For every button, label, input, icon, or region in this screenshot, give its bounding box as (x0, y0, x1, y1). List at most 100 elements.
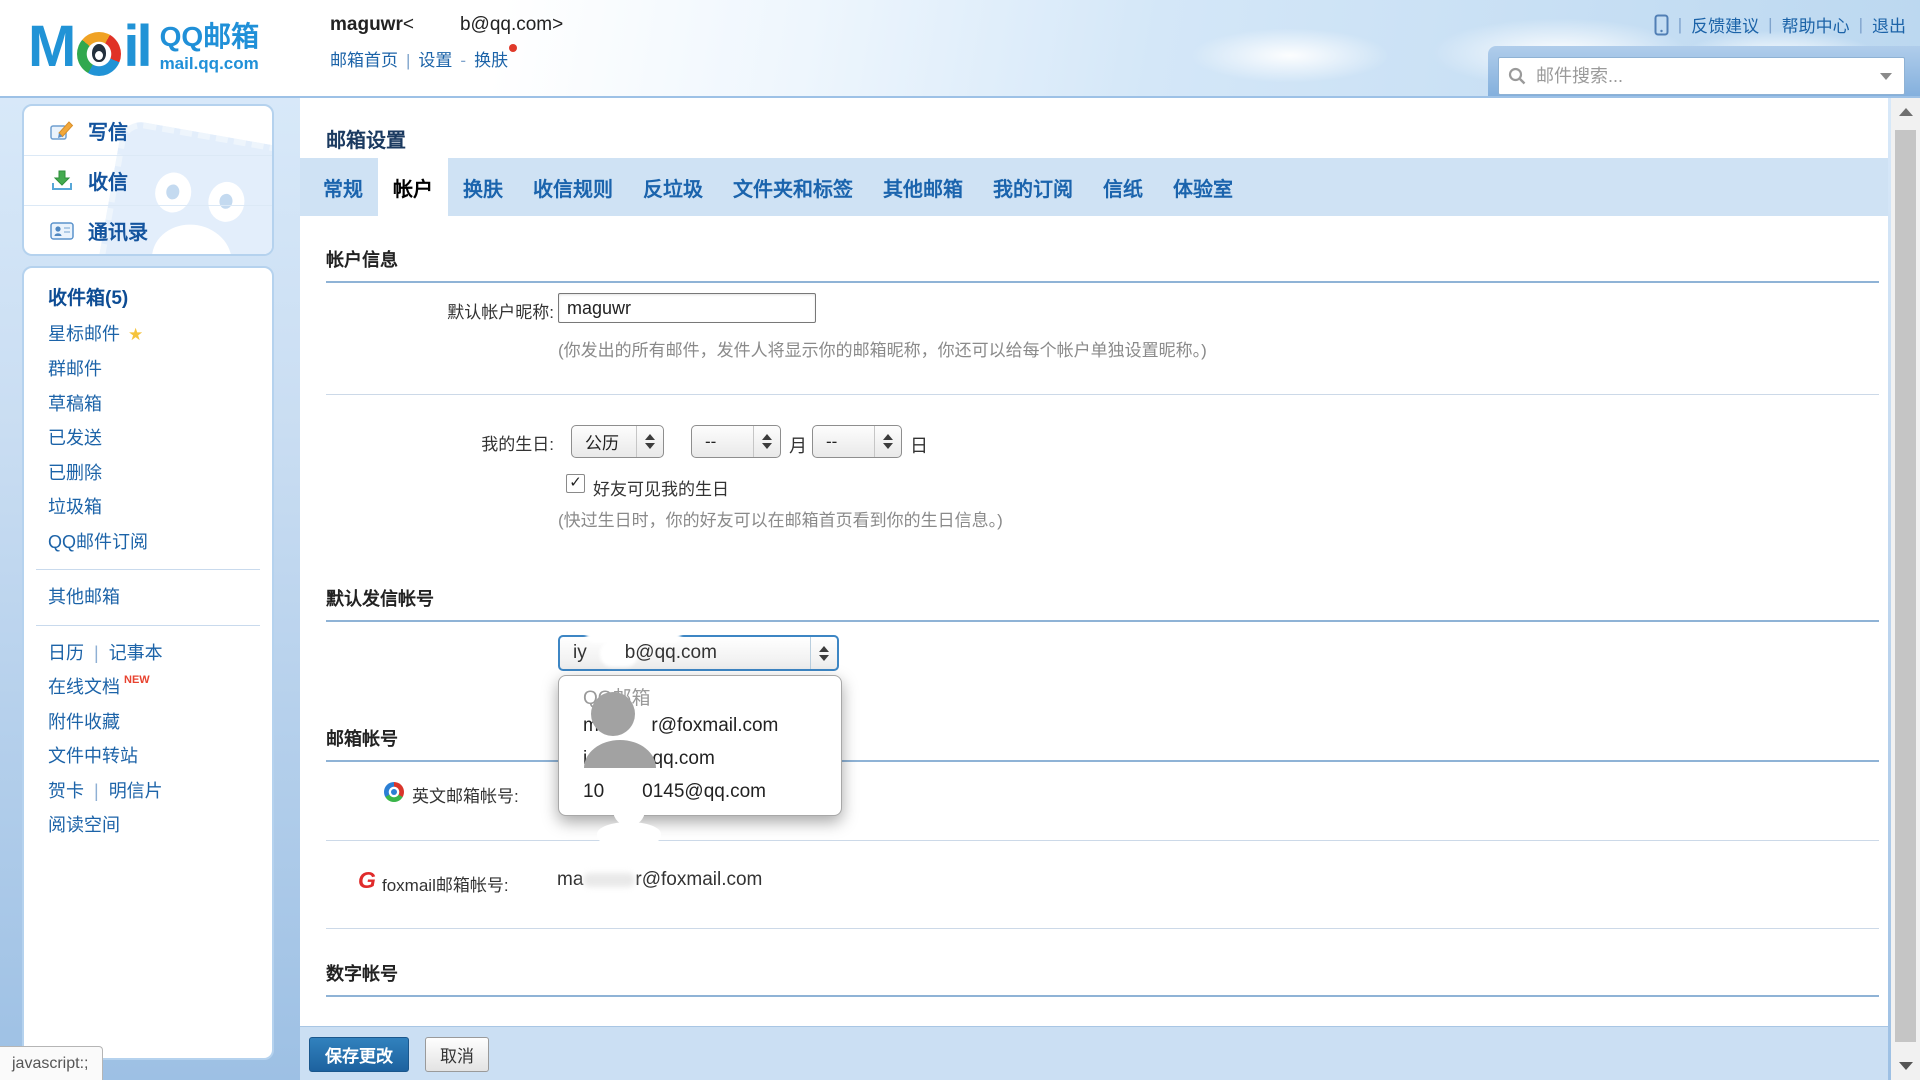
sidebar-divider (36, 625, 260, 626)
logout-link[interactable]: 退出 (1872, 12, 1906, 37)
mail-search-input[interactable] (1534, 65, 1880, 88)
select-spinner-icon (810, 637, 837, 669)
arrow-down-icon (1899, 1062, 1913, 1070)
folder-qq-subscription[interactable]: QQ邮件订阅 (24, 525, 272, 560)
folder-calendar-notebook: 日历 | 记事本 (24, 636, 272, 671)
sidebar-divider (36, 569, 260, 570)
pipe-separator: | (94, 643, 99, 663)
tab-account[interactable]: 帐户 (378, 158, 448, 216)
section-account-info-title: 帐户信息 (326, 246, 1879, 283)
sidebar-folders-panel: 收件箱(5) 星标邮件★ 群邮件 草稿箱 已发送 已删除 垃圾箱 QQ邮件订阅 … (22, 266, 274, 1060)
tab-other-mailboxes[interactable]: 其他邮箱 (868, 158, 978, 216)
greeting-card-link[interactable]: 贺卡 (48, 781, 84, 801)
scrollbar-thumb[interactable] (1895, 130, 1916, 1042)
folder-other-mailboxes[interactable]: 其他邮箱 (24, 580, 272, 615)
day-unit-label: 日 (910, 432, 928, 458)
page-title: 邮箱设置 (326, 124, 406, 153)
vertical-scrollbar[interactable] (1891, 98, 1920, 1080)
new-badge: NEW (124, 674, 150, 686)
compose-label: 写信 (88, 116, 128, 145)
scroll-up-button[interactable] (1891, 98, 1920, 126)
search-icon (1508, 67, 1526, 85)
user-name: maguwr (330, 14, 403, 35)
tab-stationery[interactable]: 信纸 (1088, 158, 1158, 216)
folder-cards: 贺卡|明信片 (24, 774, 272, 809)
logo-word-il: il (123, 12, 149, 82)
logo-word-m: M (28, 12, 73, 82)
star-icon: ★ (128, 325, 143, 344)
penguin-ring-icon (77, 32, 121, 76)
calendar-link[interactable]: 日历 (48, 643, 84, 663)
censor-blob (586, 625, 681, 643)
folder-group-mail[interactable]: 群邮件 (24, 352, 272, 387)
sidebar-item-compose[interactable]: 写信 (24, 106, 272, 155)
settings-tabs: 常规 帐户 换肤 收信规则 反垃圾 文件夹和标签 其他邮箱 我的订阅 信纸 体验… (300, 158, 1888, 216)
arrow-up-icon (1899, 108, 1913, 116)
settings-main: 邮箱设置 常规 帐户 换肤 收信规则 反垃圾 文件夹和标签 其他邮箱 我的订阅 … (300, 98, 1888, 1080)
select-spinner-icon (874, 426, 901, 457)
tab-general[interactable]: 常规 (308, 158, 378, 216)
tab-my-subscriptions[interactable]: 我的订阅 (978, 158, 1088, 216)
folder-drafts[interactable]: 草稿箱 (24, 387, 272, 422)
top-separator: | (1678, 15, 1682, 35)
calendar-type-select[interactable]: 公历 (571, 425, 664, 458)
cancel-button[interactable]: 取消 (425, 1037, 489, 1072)
nickname-label: 默认帐户昵称: (326, 298, 554, 323)
sending-account-dropdown: QQ邮箱 mar@foxmail.com i@qq.com 100145@qq.… (558, 675, 842, 816)
birthday-visible-checkbox[interactable] (566, 474, 585, 493)
qqmail-logo[interactable]: M il QQ邮箱 mail.qq.com (28, 12, 259, 82)
folder-deleted[interactable]: 已删除 (24, 456, 272, 491)
help-center-link[interactable]: 帮助中心 (1782, 12, 1850, 37)
contacts-icon (50, 219, 74, 243)
header-nav: 邮箱首页|设置-换肤 (330, 46, 563, 71)
browser-status-tooltip: javascript:; (0, 1046, 103, 1080)
sidebar-item-contacts[interactable]: 通讯录 (24, 205, 272, 255)
notebook-link[interactable]: 记事本 (109, 643, 163, 663)
default-sending-account-select[interactable]: iyb@qq.com (558, 635, 839, 671)
tab-receive-rules[interactable]: 收信规则 (518, 158, 628, 216)
birthday-visible-label[interactable]: 好友可见我的生日 (593, 475, 729, 500)
scroll-down-button[interactable] (1891, 1052, 1920, 1080)
birthday-day-select[interactable]: -- (812, 425, 902, 458)
nickname-input[interactable] (558, 293, 816, 323)
folder-sent[interactable]: 已发送 (24, 421, 272, 456)
receive-mail-icon (50, 169, 74, 193)
nav-skin-link[interactable]: 换肤 (474, 51, 508, 70)
nav-mail-home-link[interactable]: 邮箱首页 (330, 51, 398, 70)
folder-attachments[interactable]: 附件收藏 (24, 705, 272, 740)
folder-inbox[interactable]: 收件箱(5) (24, 282, 272, 317)
folder-reading-space[interactable]: 阅读空间 (24, 808, 272, 843)
tab-antispam[interactable]: 反垃圾 (628, 158, 718, 216)
section-default-sending-title: 默认发信帐号 (326, 585, 1879, 622)
foxmail-icon: G (358, 870, 376, 890)
mobile-phone-icon[interactable] (1654, 14, 1669, 36)
qq-mail-settings-page: M il QQ邮箱 mail.qq.com maguwr<b@qq.com> 邮… (0, 0, 1920, 1080)
folder-spam[interactable]: 垃圾箱 (24, 490, 272, 525)
mail-search-box (1498, 57, 1905, 95)
nav-settings-link[interactable]: 设置 (418, 51, 452, 70)
tab-folders-labels[interactable]: 文件夹和标签 (718, 158, 868, 216)
folder-starred[interactable]: 星标邮件★ (24, 317, 272, 353)
tab-lab[interactable]: 体验室 (1158, 158, 1248, 216)
brand-name: QQ邮箱 (160, 23, 260, 51)
brand-text: QQ邮箱 mail.qq.com (160, 23, 260, 72)
foxmail-account-label: foxmail邮箱帐号: (382, 871, 509, 896)
folder-file-transfer[interactable]: 文件中转站 (24, 739, 272, 774)
cloud-decoration (1190, 28, 1390, 83)
folder-online-docs[interactable]: 在线文档NEW (24, 670, 272, 705)
feedback-link[interactable]: 反馈建议 (1691, 12, 1759, 37)
birthday-label: 我的生日: (326, 430, 554, 455)
sidebar-actions-panel: 写信 收信 通讯录 (22, 104, 274, 256)
nav-separator: | (406, 51, 410, 70)
sidebar-item-receive[interactable]: 收信 (24, 155, 272, 205)
select-spinner-icon (753, 426, 780, 457)
postcard-link[interactable]: 明信片 (109, 781, 163, 801)
search-options-dropdown-icon[interactable] (1880, 73, 1892, 80)
email-bracket: < (403, 14, 414, 35)
tab-skin[interactable]: 换肤 (448, 158, 518, 216)
color-wheel-icon (384, 782, 404, 802)
divider (326, 928, 1879, 929)
user-block: maguwr<b@qq.com> 邮箱首页|设置-换肤 (330, 14, 563, 71)
birthday-month-select[interactable]: -- (691, 425, 781, 458)
save-changes-button[interactable]: 保存更改 (309, 1037, 409, 1072)
